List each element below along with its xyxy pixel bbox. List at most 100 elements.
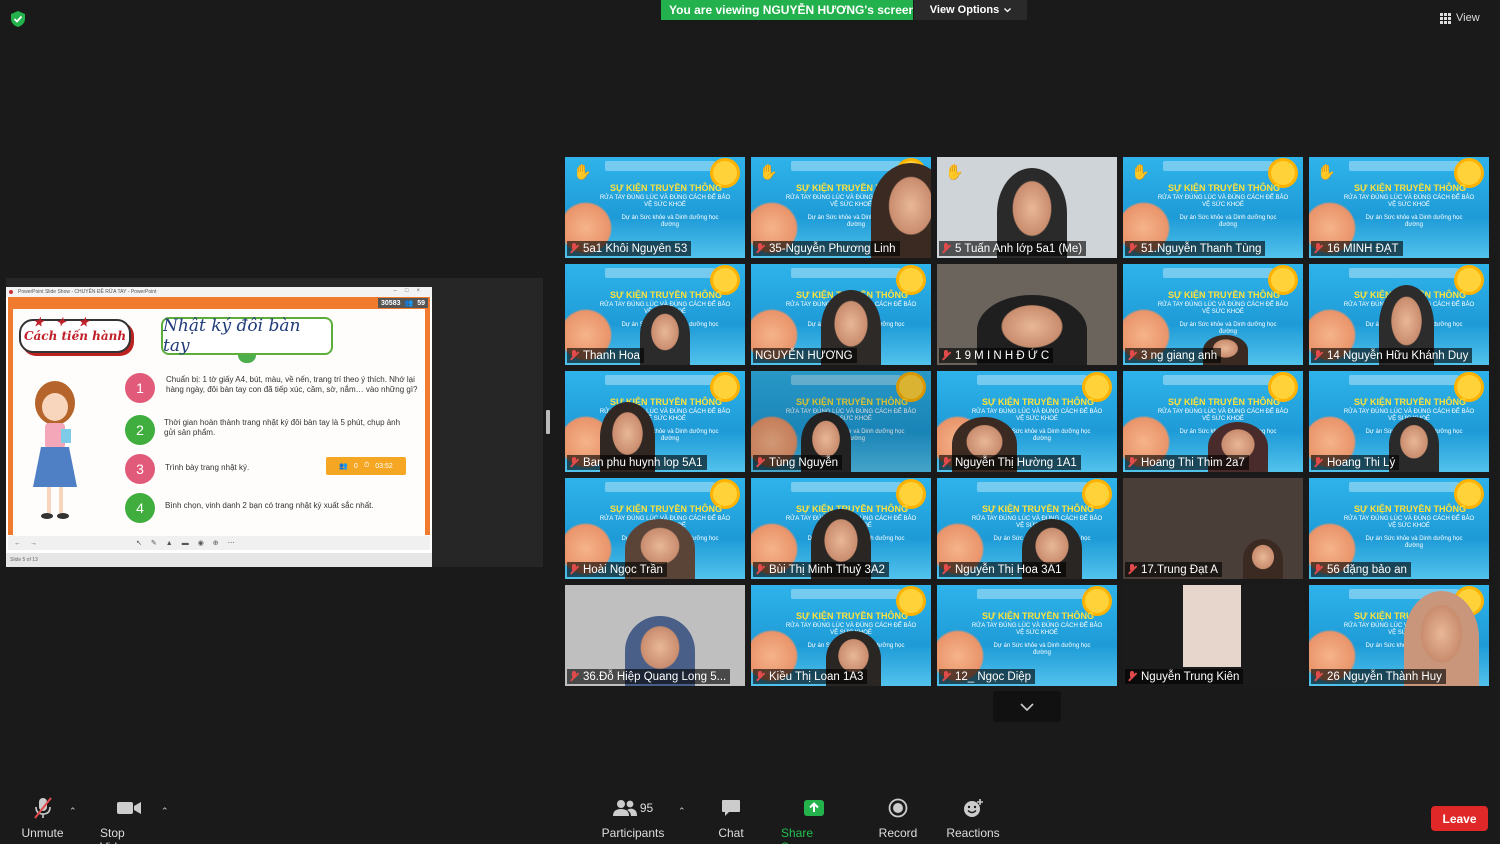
sun-icon (713, 482, 737, 506)
view-layout-button[interactable]: View (1440, 8, 1492, 28)
participant-tile[interactable]: SỰ KIỆN TRUYỀN THÔNGRỬA TAY ĐÚNG LÚC VÀ … (751, 157, 931, 258)
participant-tile[interactable]: SỰ KIỆN TRUYỀN THÔNGRỬA TAY ĐÚNG LÚC VÀ … (937, 371, 1117, 472)
participant-name: Nguyễn Trung Kiên (1141, 670, 1240, 683)
highlighter-icon[interactable]: ▲ (166, 540, 173, 547)
step-4-number: 4 (125, 493, 155, 523)
participants-button[interactable]: 95 Participants (602, 790, 664, 840)
participant-tile[interactable]: SỰ KIỆN TRUYỀN THÔNGRỬA TAY ĐÚNG LÚC VÀ … (1309, 157, 1489, 258)
participant-tile[interactable]: SỰ KIỆN TRUYỀN THÔNGRỬA TAY ĐÚNG LÚC VÀ … (1309, 585, 1489, 686)
participant-name-tag: 14 Nguyễn Hữu Khánh Duy (1311, 348, 1473, 363)
poster-header (1349, 161, 1459, 171)
zoom-slide-icon[interactable]: ⊕ (213, 539, 219, 547)
participants-options-caret[interactable]: ⌃ (678, 806, 686, 817)
participant-name: Bùi Thị Minh Thuỷ 3A2 (769, 563, 885, 576)
sun-icon (1457, 375, 1481, 399)
participant-tile[interactable]: SỰ KIỆN TRUYỀN THÔNGRỬA TAY ĐÚNG LÚC VÀ … (751, 585, 931, 686)
reactions-button[interactable]: Reactions (946, 790, 1000, 840)
participant-tile[interactable]: SỰ KIỆN TRUYỀN THÔNGRỬA TAY ĐÚNG LÚC VÀ … (1123, 371, 1303, 472)
step-3-text: Trình bày trang nhật ký. (165, 463, 250, 472)
participant-tile[interactable]: SỰ KIỆN TRUYỀN THÔNGRỬA TAY ĐÚNG LÚC VÀ … (565, 264, 745, 365)
sun-icon (899, 268, 923, 292)
stop-video-label: Stop Video (100, 826, 130, 844)
poster-header (791, 268, 901, 278)
window-titlebar: PowerPoint Slide Show - CHUYÊN ĐỀ RỬA TA… (6, 287, 432, 297)
shared-screen-area[interactable]: PowerPoint Slide Show - CHUYÊN ĐỀ RỬA TA… (6, 278, 543, 567)
participant-tile[interactable]: SỰ KIỆN TRUYỀN THÔNGRỬA TAY ĐÚNG LÚC VÀ … (1123, 264, 1303, 365)
participant-tile[interactable]: SỰ KIỆN TRUYỀN THÔNGRỬA TAY ĐÚNG LÚC VÀ … (1309, 478, 1489, 579)
more-options-icon[interactable]: ⋯ (228, 539, 235, 547)
step-4-text: Bình chọn, vinh danh 2 bạn có trang nhật… (165, 501, 374, 510)
eraser-icon[interactable]: ▬ (182, 540, 189, 547)
prev-slide-icon[interactable]: ← (14, 540, 21, 547)
participant-tile[interactable]: Nguyễn Trung Kiên (1123, 585, 1303, 686)
participant-name-tag: 56 đặng bảo an (1311, 562, 1411, 577)
participant-tile[interactable]: 17.Trung Đạt A (1123, 478, 1303, 579)
poster-title: SỰ KIỆN TRUYỀN THÔNG (610, 290, 722, 300)
participant-tile[interactable]: SỰ KIỆN TRUYỀN THÔNGRỬA TAY ĐÚNG LÚC VÀ … (1123, 157, 1303, 258)
poster-title: SỰ KIỆN TRUYỀN THÔNG (1168, 183, 1280, 193)
method-badge-text: Cách tiến hành (23, 329, 127, 343)
laser-icon[interactable]: ◉ (198, 539, 204, 547)
video-camera-icon (117, 802, 141, 814)
participant-tile[interactable]: SỰ KIỆN TRUYỀN THÔNGRỬA TAY ĐÚNG LÚC VÀ … (937, 585, 1117, 686)
step-2-text: Thời gian hoàn thành trang nhật ký đôi b… (164, 418, 401, 437)
gallery-next-page-button[interactable] (993, 691, 1061, 722)
participant-name: Hoang Thi Lý (1327, 456, 1396, 469)
participant-tile[interactable]: ✋ 5 Tuấn Anh lớp 5a1 (Me) (937, 157, 1117, 258)
timer-time: 03:52 (375, 462, 393, 470)
share-screen-button[interactable]: Share Screen (781, 790, 847, 844)
poster-header (977, 375, 1087, 385)
participant-tile[interactable]: SỰ KIỆN TRUYỀN THÔNGRỬA TAY ĐÚNG LÚC VÀ … (751, 264, 931, 365)
participant-tile[interactable]: SỰ KIỆN TRUYỀN THÔNGRỬA TAY ĐÚNG LÚC VÀ … (751, 478, 931, 579)
participant-name: 17.Trung Đạt A (1141, 563, 1218, 576)
leave-meeting-button[interactable]: Leave (1431, 806, 1488, 831)
participant-tile[interactable]: SỰ KIỆN TRUYỀN THÔNGRỬA TAY ĐÚNG LÚC VÀ … (565, 157, 745, 258)
audio-options-caret[interactable]: ⌃ (69, 806, 77, 817)
record-button[interactable]: Record (878, 790, 918, 840)
participant-name-tag: 3 ng giang anh (1125, 348, 1222, 363)
video-options-caret[interactable]: ⌃ (161, 806, 169, 817)
step-3-number: 3 (125, 454, 155, 484)
participant-tile[interactable]: SỰ KIỆN TRUYỀN THÔNGRỬA TAY ĐÚNG LÚC VÀ … (937, 478, 1117, 579)
participant-tile[interactable]: SỰ KIỆN TRUYỀN THÔNGRỬA TAY ĐÚNG LÚC VÀ … (751, 371, 931, 472)
next-slide-icon[interactable]: → (30, 540, 37, 547)
sun-icon (713, 161, 737, 185)
share-screen-icon (804, 800, 824, 816)
participant-gallery: SỰ KIỆN TRUYỀN THÔNG RỬA TAY ĐÚNG LÚC VÀ … (565, 157, 1489, 687)
chat-button[interactable]: Chat (716, 790, 746, 840)
view-options-button[interactable]: View Options (914, 0, 1027, 20)
slide: 30583 👥 59 ★ ✦ ★ Cách tiến hành Nhật ký … (8, 297, 430, 535)
slide-counter-badge: 30583 👥 59 (378, 298, 428, 308)
participant-video (640, 305, 690, 365)
slide-content: ★ ✦ ★ Cách tiến hành Nhật ký đôi bàn tay (13, 309, 425, 535)
viewing-screen-banner: You are viewing NGUYỄN HƯƠNG's screen (661, 0, 913, 20)
sun-icon (1085, 482, 1109, 506)
poster-header (791, 375, 901, 385)
pointer-icon[interactable]: ↖ (136, 539, 142, 547)
participant-tile[interactable]: SỰ KIỆN TRUYỀN THÔNGRỬA TAY ĐÚNG LÚC VÀ … (1309, 371, 1489, 472)
timer-user-icon: 👥 (339, 463, 348, 470)
chat-label: Chat (718, 826, 744, 840)
sun-icon (713, 375, 737, 399)
poster-project: Dự án Sức khỏe và Dinh dưỡng học đường (1365, 536, 1463, 549)
participant-name-tag: Hoang Thi Thim 2a7 (1125, 455, 1249, 470)
participant-tile[interactable]: 1 9 M I N H Đ Ứ C (937, 264, 1117, 365)
poster-project: Dự án Sức khỏe và Dinh dưỡng học đường (1179, 215, 1277, 228)
chat-bubble-icon (722, 800, 740, 816)
sun-icon (713, 268, 737, 292)
encryption-shield-icon[interactable] (11, 11, 25, 27)
poster-header (977, 482, 1087, 492)
poster-title: SỰ KIỆN TRUYỀN THÔNG (796, 397, 908, 407)
pen-icon[interactable]: ✎ (151, 539, 157, 547)
participant-tile[interactable]: SỰ KIỆN TRUYỀN THÔNGRỬA TAY ĐÚNG LÚC VÀ … (565, 478, 745, 579)
participant-name: 3 ng giang anh (1141, 349, 1218, 362)
participant-tile[interactable]: 36.Đỗ Hiệp Quang Long 5... (565, 585, 745, 686)
participant-tile[interactable]: SỰ KIỆN TRUYỀN THÔNGRỬA TAY ĐÚNG LÚC VÀ … (1309, 264, 1489, 365)
vote-count: 30583 (381, 299, 401, 307)
split-view-handle[interactable] (546, 410, 550, 434)
poster-header (1349, 375, 1459, 385)
participant-tile[interactable]: SỰ KIỆN TRUYỀN THÔNGRỬA TAY ĐÚNG LÚC VÀ … (565, 371, 745, 472)
stop-video-button[interactable]: Stop Video (100, 790, 158, 844)
unmute-button[interactable]: Unmute (20, 790, 65, 840)
participant-name-tag: 1 9 M I N H Đ Ứ C (939, 348, 1054, 363)
